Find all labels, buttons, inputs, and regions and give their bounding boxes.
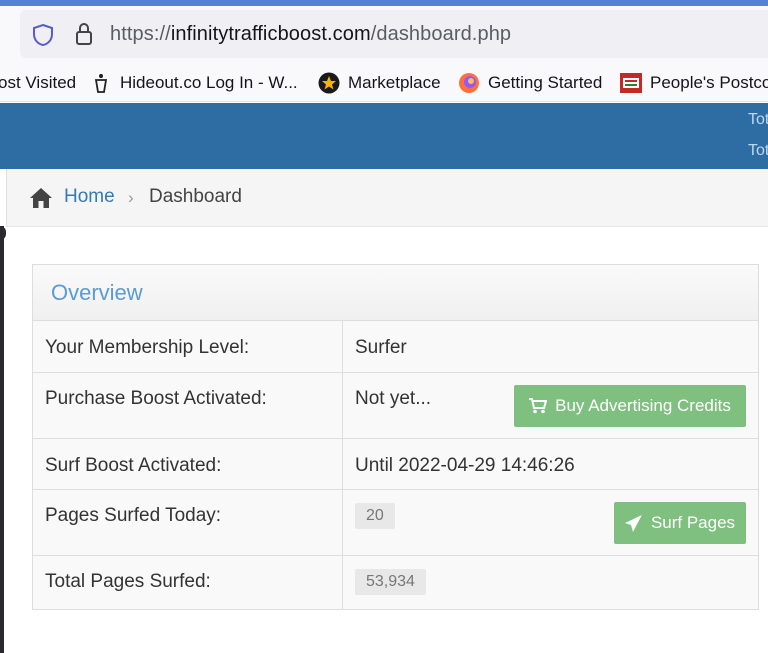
row-label: Purchase Boost Activated:	[45, 388, 267, 409]
url-host: infinitytrafficboost.com	[170, 23, 371, 45]
bookmark-most-visited[interactable]: ost Visited	[0, 72, 76, 94]
bookmark-marketplace[interactable]: Marketplace	[318, 72, 441, 94]
total-pages-surfed-badge: 53,934	[355, 569, 426, 595]
table-row: Surf Boost Activated: Until 2022-04-29 1…	[33, 439, 758, 490]
marketplace-star-icon	[318, 72, 340, 94]
bookmark-label: Marketplace	[348, 73, 441, 92]
bookmark-label: People's Postco	[650, 73, 768, 92]
table-row: Purchase Boost Activated: Not yet... Buy…	[33, 373, 758, 439]
bookmarks-toolbar: ost Visited Hideout.co Log In - W... Mar…	[0, 64, 768, 102]
row-label: Total Pages Surfed:	[45, 571, 211, 592]
panel-heading: Overview	[33, 265, 758, 321]
purchase-boost-value: Not yet...	[355, 388, 432, 409]
breadcrumb-separator: ›	[128, 188, 134, 207]
table-row: Pages Surfed Today: 20 Surf Pages	[33, 490, 758, 556]
firefox-icon	[459, 73, 479, 93]
url-scheme: https://	[110, 23, 171, 45]
lock-icon[interactable]	[74, 22, 94, 46]
cell-divider	[342, 556, 343, 609]
sidebar-toggle-notch[interactable]	[0, 226, 6, 240]
row-label: Surf Boost Activated:	[45, 455, 222, 476]
shopping-cart-icon	[529, 398, 548, 414]
bookmark-peoples-postcode[interactable]: People's Postco	[620, 72, 768, 94]
row-label: Pages Surfed Today:	[45, 505, 222, 526]
membership-level-value: Surfer	[355, 337, 407, 358]
tracking-protection-shield-icon[interactable]	[32, 23, 54, 47]
sidebar-edge	[0, 226, 4, 653]
breadcrumb: Home › Dashboard	[6, 169, 768, 227]
overview-panel: Overview Your Membership Level: Surfer P…	[32, 264, 759, 610]
url-path: /dashboard.php	[370, 23, 512, 45]
breadcrumb-home-link[interactable]: Home	[64, 186, 115, 208]
cell-divider	[342, 490, 343, 555]
cell-divider	[342, 321, 343, 372]
cell-divider	[342, 373, 343, 438]
panel-title: Overview	[51, 280, 143, 305]
home-icon[interactable]	[29, 187, 53, 209]
bookmark-getting-started[interactable]: Getting Started	[458, 72, 602, 94]
url-text[interactable]: https://infinitytrafficboost.com/dashboa…	[110, 23, 511, 46]
hideout-icon	[94, 74, 108, 93]
table-row: Your Membership Level: Surfer	[33, 321, 758, 373]
table-row: Total Pages Surfed: 53,934	[33, 556, 758, 609]
button-label: Buy Advertising Credits	[555, 396, 731, 415]
browser-toolbar: https://infinitytrafficboost.com/dashboa…	[0, 6, 768, 64]
bookmark-label: Hideout.co Log In - W...	[120, 73, 298, 92]
bookmark-label: ost Visited	[0, 73, 77, 92]
surf-pages-button[interactable]: Surf Pages	[614, 502, 746, 544]
row-label: Your Membership Level:	[45, 337, 250, 358]
pages-surfed-today-badge: 20	[355, 503, 395, 529]
bookmark-label: Getting Started	[488, 73, 603, 92]
address-bar[interactable]: https://infinitytrafficboost.com/dashboa…	[20, 10, 768, 58]
surf-boost-value: Until 2022-04-29 14:46:26	[355, 455, 575, 476]
postcode-icon	[620, 73, 642, 93]
cell-divider	[342, 439, 343, 489]
button-label: Surf Pages	[650, 513, 736, 532]
header-stat-1: Tot	[748, 111, 768, 128]
buy-advertising-credits-button[interactable]: Buy Advertising Credits	[514, 385, 746, 427]
breadcrumb-current: Dashboard	[149, 186, 242, 207]
paper-plane-icon	[624, 514, 642, 532]
site-header: Tot Tot	[0, 103, 768, 169]
header-stat-2: Tot	[748, 142, 768, 159]
bookmark-hideout[interactable]: Hideout.co Log In - W...	[90, 72, 298, 94]
